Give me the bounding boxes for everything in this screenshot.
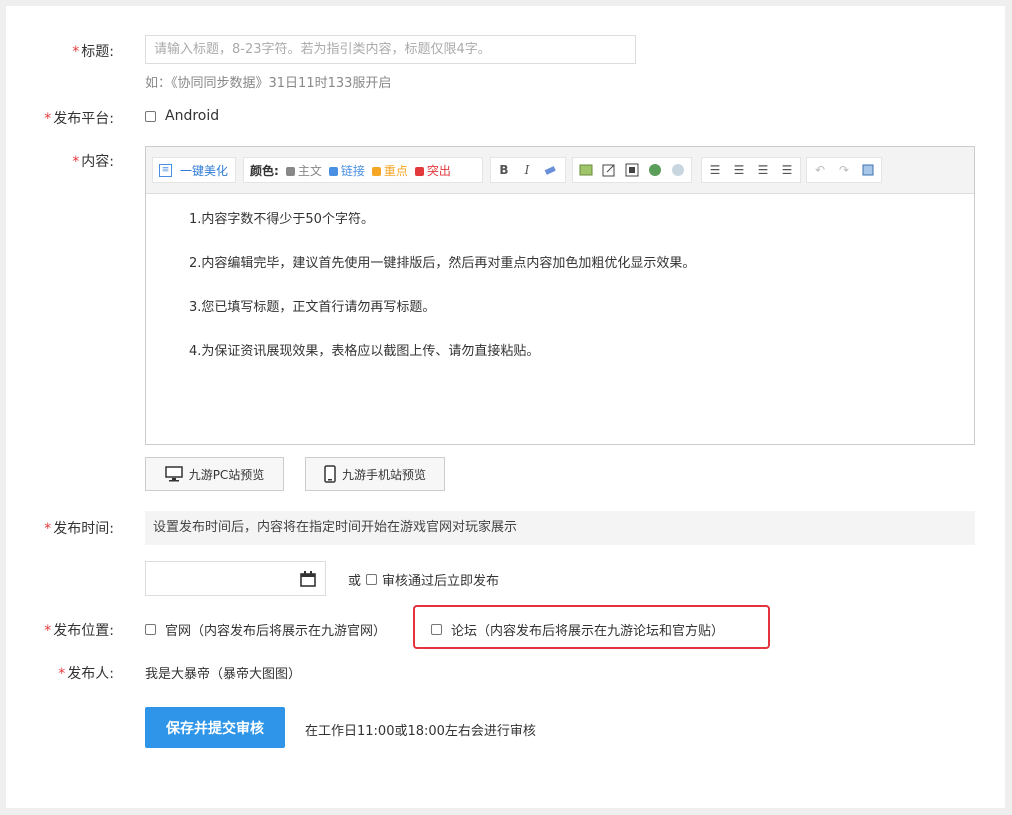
content-line-4: 4.为保证资讯展现效果，表格应以截图上传、请勿直接粘贴。 <box>189 344 540 359</box>
date-input[interactable] <box>145 561 326 596</box>
color-group: 颜色: 主文 链接 重点 突出 <box>243 157 483 183</box>
time-label: * 发布时间: <box>44 521 114 537</box>
align-group: ☰ ☰ ☰ ☰ <box>701 157 801 183</box>
immediate-option[interactable]: 或 审核通过后立即发布 <box>348 570 499 589</box>
android-label: Android <box>165 108 220 124</box>
preview-pc-button[interactable]: 九游PC站预览 <box>145 457 284 491</box>
eraser-icon[interactable] <box>543 163 557 177</box>
monitor-icon <box>164 466 183 482</box>
content-line-3: 3.您已填写标题，正文首行请勿再写标题。 <box>189 300 436 315</box>
android-checkbox[interactable] <box>145 110 156 122</box>
color-emph-swatch <box>414 166 424 176</box>
title-hint: 如：《协同同步数据》31日11时133服开启 <box>145 76 392 91</box>
color-main-label: 主文 <box>297 163 322 178</box>
beautify-icon: ≡ <box>159 163 172 177</box>
preview-pc-label: 九游PC站预览 <box>188 467 265 482</box>
content-line-2: 2.内容编辑完毕，建议首先使用一键排版后，然后再对重点内容加色加粗优化显示效果。 <box>189 256 696 271</box>
color-main[interactable]: 主文 <box>285 162 322 179</box>
platform-label: * 发布平台: <box>44 111 114 127</box>
immediate-label: 审核通过后立即发布 <box>382 574 500 589</box>
edit-image-icon[interactable] <box>602 163 616 177</box>
forum-checkbox[interactable] <box>431 624 442 635</box>
forum-label: 论坛（内容发布后将展示在九游论坛和官方贴） <box>451 624 725 639</box>
format-group: B I <box>490 157 566 183</box>
color-key-swatch <box>371 166 381 176</box>
media-group <box>572 157 692 183</box>
color-key-label: 重点 <box>383 163 408 178</box>
editor-toolbar: ≡ 一键美化 颜色: 主文 链接 重点 突出 B I ☰ ☰ ☰ ☰ ↶ ↷ <box>146 147 974 194</box>
video-icon[interactable] <box>625 163 639 177</box>
color-label: 颜色: <box>250 163 279 178</box>
align-right-icon[interactable]: ☰ <box>756 163 770 177</box>
immediate-checkbox[interactable] <box>366 574 378 585</box>
title-input[interactable] <box>145 35 636 64</box>
phone-icon <box>324 465 336 483</box>
forum-option[interactable]: 论坛（内容发布后将展示在九游论坛和官方贴） <box>431 620 724 639</box>
color-emph[interactable]: 突出 <box>414 162 451 179</box>
submit-button[interactable]: 保存并提交审核 <box>145 707 285 748</box>
undo-icon[interactable]: ↶ <box>813 163 827 177</box>
official-label: 官网（内容发布后将展示在九游官网） <box>165 624 387 639</box>
color-link-swatch <box>328 166 338 176</box>
align-left-icon[interactable]: ☰ <box>708 163 722 177</box>
title-label: * 标题: <box>72 44 114 60</box>
calendar-icon[interactable] <box>299 570 317 588</box>
official-checkbox[interactable] <box>145 624 156 635</box>
preview-mobile-button[interactable]: 九游手机站预览 <box>305 457 445 491</box>
italic-icon[interactable]: I <box>520 163 534 177</box>
fullscreen-icon[interactable] <box>861 163 875 177</box>
time-note: 设置发布时间后，内容将在指定时间开始在游戏官网对玩家展示 <box>145 511 975 545</box>
redo-icon[interactable]: ↷ <box>837 163 851 177</box>
preview-mobile-label: 九游手机站预览 <box>341 467 426 482</box>
beautify-label: 一键美化 <box>180 163 229 178</box>
image-icon[interactable] <box>579 163 593 177</box>
publisher-value: 我是大暴帝（暴帝大图图） <box>145 667 302 682</box>
align-justify-icon[interactable]: ☰ <box>780 163 794 177</box>
align-center-icon[interactable]: ☰ <box>732 163 746 177</box>
bold-icon[interactable]: B <box>497 163 511 177</box>
submit-note: 在工作日11:00或18:00左右会进行审核 <box>305 724 536 739</box>
publisher-label: * 发布人: <box>58 666 114 682</box>
content-label: * 内容: <box>72 154 114 170</box>
position-label: * 发布位置: <box>44 623 114 639</box>
beautify-button[interactable]: ≡ 一键美化 <box>152 157 236 183</box>
or-label: 或 <box>348 574 362 589</box>
content-editor: ≡ 一键美化 颜色: 主文 链接 重点 突出 B I ☰ ☰ ☰ ☰ ↶ ↷ 1… <box>145 146 975 445</box>
platform-android-option[interactable]: Android <box>145 108 219 124</box>
editor-body[interactable]: 1.内容字数不得少于50个字符。 2.内容编辑完毕，建议首先使用一键排版后，然后… <box>146 194 974 444</box>
map-icon[interactable] <box>648 163 662 177</box>
color-link[interactable]: 链接 <box>328 162 365 179</box>
content-line-1: 1.内容字数不得少于50个字符。 <box>189 212 374 227</box>
color-emph-label: 突出 <box>426 163 451 178</box>
color-key[interactable]: 重点 <box>371 162 408 179</box>
official-option[interactable]: 官网（内容发布后将展示在九游官网） <box>145 620 386 639</box>
history-group: ↶ ↷ <box>806 157 882 183</box>
emoji-icon[interactable] <box>671 163 685 177</box>
color-link-label: 链接 <box>340 163 365 178</box>
color-main-swatch <box>285 166 295 176</box>
